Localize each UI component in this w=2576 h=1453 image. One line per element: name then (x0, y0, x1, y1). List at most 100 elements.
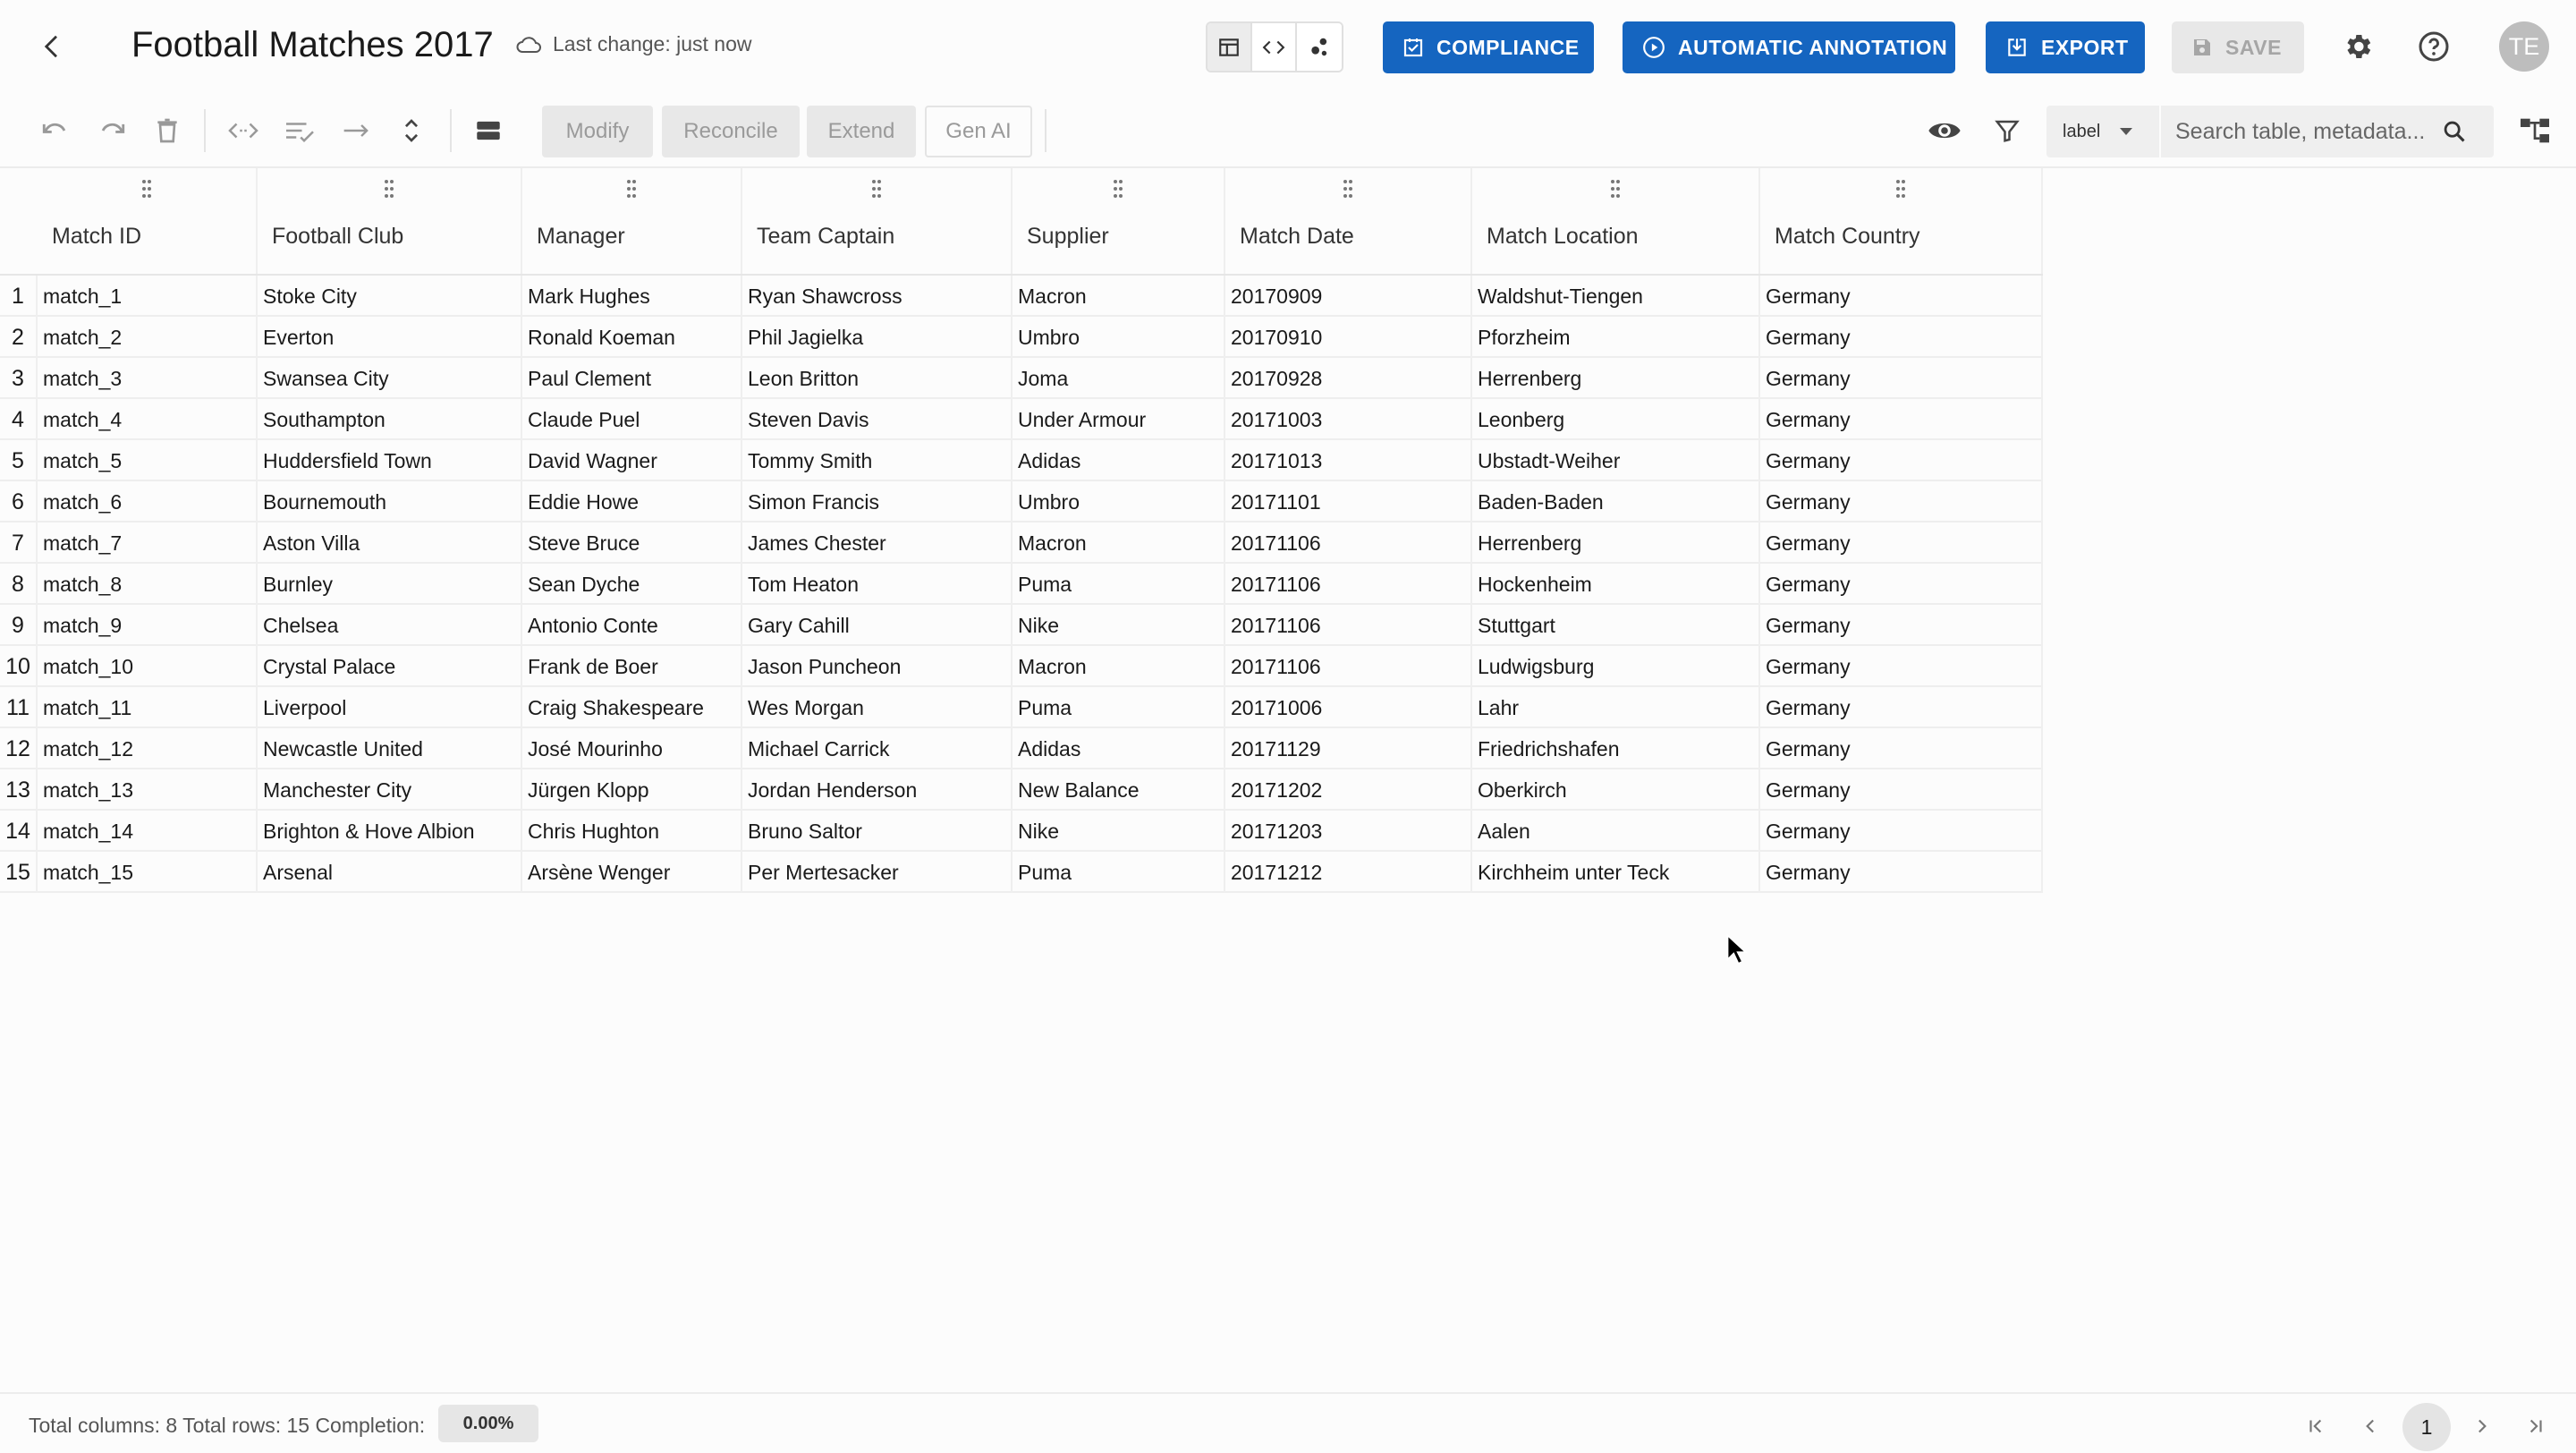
drag-handle-icon[interactable] (522, 179, 741, 199)
table-cell[interactable]: Adidas (1013, 728, 1225, 769)
help-icon[interactable] (2414, 27, 2453, 66)
table-cell[interactable]: Puma (1013, 564, 1225, 605)
table-cell[interactable]: Tommy Smith (742, 440, 1013, 481)
table-cell[interactable]: Mark Hughes (522, 276, 742, 317)
table-cell[interactable]: Manchester City (258, 769, 522, 811)
table-cell[interactable]: Germany (1760, 317, 2043, 358)
table-cell[interactable]: Herrenberg (1472, 523, 1760, 564)
table-cell[interactable]: match_7 (38, 523, 258, 564)
table-cell[interactable]: Germany (1760, 852, 2043, 893)
reconcile-button[interactable]: Reconcile (662, 106, 800, 157)
table-cell[interactable]: Lahr (1472, 687, 1760, 728)
table-cell[interactable]: Jürgen Klopp (522, 769, 742, 811)
table-cell[interactable]: Germany (1760, 687, 2043, 728)
table-cell[interactable]: Bruno Saltor (742, 811, 1013, 852)
table-cell[interactable]: Jordan Henderson (742, 769, 1013, 811)
expand-horizontal-icon[interactable] (224, 111, 263, 150)
drag-handle-icon[interactable] (1760, 179, 2041, 199)
column-header[interactable]: Match Date (1225, 168, 1472, 276)
table-cell[interactable]: Germany (1760, 811, 2043, 852)
drag-handle-icon[interactable] (1472, 179, 1758, 199)
table-cell[interactable]: Swansea City (258, 358, 522, 399)
table-cell[interactable]: Craig Shakespeare (522, 687, 742, 728)
table-cell[interactable]: Everton (258, 317, 522, 358)
table-cell[interactable]: Germany (1760, 523, 2043, 564)
table-cell[interactable]: Macron (1013, 276, 1225, 317)
table-cell[interactable]: match_6 (38, 481, 258, 523)
table-cell[interactable]: match_5 (38, 440, 258, 481)
code-view-icon[interactable] (1252, 23, 1297, 71)
table-cell[interactable]: Steve Bruce (522, 523, 742, 564)
table-cell[interactable]: Germany (1760, 769, 2043, 811)
table-cell[interactable]: 20171106 (1225, 605, 1472, 646)
table-cell[interactable]: match_10 (38, 646, 258, 687)
table-cell[interactable]: match_1 (38, 276, 258, 317)
table-cell[interactable]: Ronald Koeman (522, 317, 742, 358)
column-header[interactable]: Team Captain (742, 168, 1013, 276)
current-page-button[interactable]: 1 (2402, 1403, 2451, 1451)
table-cell[interactable]: Aalen (1472, 811, 1760, 852)
table-cell[interactable]: Joma (1013, 358, 1225, 399)
redo-icon[interactable] (92, 111, 131, 150)
table-cell[interactable]: Michael Carrick (742, 728, 1013, 769)
table-cell[interactable]: Germany (1760, 605, 2043, 646)
table-cell[interactable]: match_3 (38, 358, 258, 399)
table-cell[interactable]: Macron (1013, 646, 1225, 687)
search-input[interactable] (2161, 118, 2429, 145)
table-cell[interactable]: David Wagner (522, 440, 742, 481)
table-cell[interactable]: 20170928 (1225, 358, 1472, 399)
table-cell[interactable]: match_9 (38, 605, 258, 646)
table-cell[interactable]: Germany (1760, 358, 2043, 399)
table-cell[interactable]: Puma (1013, 852, 1225, 893)
drag-handle-icon[interactable] (1225, 179, 1470, 199)
list-check-icon[interactable] (280, 111, 319, 150)
table-cell[interactable]: Leon Britton (742, 358, 1013, 399)
column-header[interactable]: Football Club (258, 168, 522, 276)
table-cell[interactable]: Brighton & Hove Albion (258, 811, 522, 852)
table-cell[interactable]: Chris Hughton (522, 811, 742, 852)
save-button[interactable]: SAVE (2172, 21, 2304, 73)
table-cell[interactable]: Germany (1760, 564, 2043, 605)
user-avatar[interactable]: TE (2499, 21, 2549, 72)
column-header[interactable]: Match Country (1760, 168, 2043, 276)
table-cell[interactable]: Stuttgart (1472, 605, 1760, 646)
filter-funnel-icon[interactable] (1987, 111, 2027, 150)
gen-ai-button[interactable]: Gen AI (925, 106, 1032, 157)
table-cell[interactable]: Herrenberg (1472, 358, 1760, 399)
table-cell[interactable]: Leonberg (1472, 399, 1760, 440)
back-arrow-icon[interactable] (32, 27, 72, 66)
table-cell[interactable]: Ubstadt-Weiher (1472, 440, 1760, 481)
arrow-right-icon[interactable] (336, 111, 376, 150)
table-cell[interactable]: Southampton (258, 399, 522, 440)
table-cell[interactable]: 20171129 (1225, 728, 1472, 769)
table-cell[interactable]: Burnley (258, 564, 522, 605)
modify-button[interactable]: Modify (542, 106, 653, 157)
table-cell[interactable]: 20171106 (1225, 523, 1472, 564)
table-cell[interactable]: Tom Heaton (742, 564, 1013, 605)
table-cell[interactable]: Antonio Conte (522, 605, 742, 646)
table-cell[interactable]: 20171003 (1225, 399, 1472, 440)
table-cell[interactable]: Claude Puel (522, 399, 742, 440)
table-cell[interactable]: match_14 (38, 811, 258, 852)
export-button[interactable]: EXPORT (1986, 21, 2145, 73)
search-scope-select[interactable]: label (2046, 106, 2159, 157)
table-cell[interactable]: Germany (1760, 728, 2043, 769)
table-cell[interactable]: Germany (1760, 646, 2043, 687)
table-cell[interactable]: 20171202 (1225, 769, 1472, 811)
drag-handle-icon[interactable] (1013, 179, 1224, 199)
table-cell[interactable]: Jason Puncheon (742, 646, 1013, 687)
table-cell[interactable]: Germany (1760, 276, 2043, 317)
table-cell[interactable]: Aston Villa (258, 523, 522, 564)
table-cell[interactable]: Phil Jagielka (742, 317, 1013, 358)
table-cell[interactable]: Baden-Baden (1472, 481, 1760, 523)
first-page-icon[interactable] (2297, 1406, 2336, 1446)
table-cell[interactable]: Frank de Boer (522, 646, 742, 687)
undo-icon[interactable] (36, 111, 75, 150)
table-view-icon[interactable] (1208, 23, 1252, 71)
table-cell[interactable]: 20171101 (1225, 481, 1472, 523)
drag-handle-icon[interactable] (258, 179, 521, 199)
table-cell[interactable]: Umbro (1013, 481, 1225, 523)
table-cell[interactable]: Wes Morgan (742, 687, 1013, 728)
table-cell[interactable]: Kirchheim unter Teck (1472, 852, 1760, 893)
compliance-button[interactable]: COMPLIANCE (1383, 21, 1594, 73)
